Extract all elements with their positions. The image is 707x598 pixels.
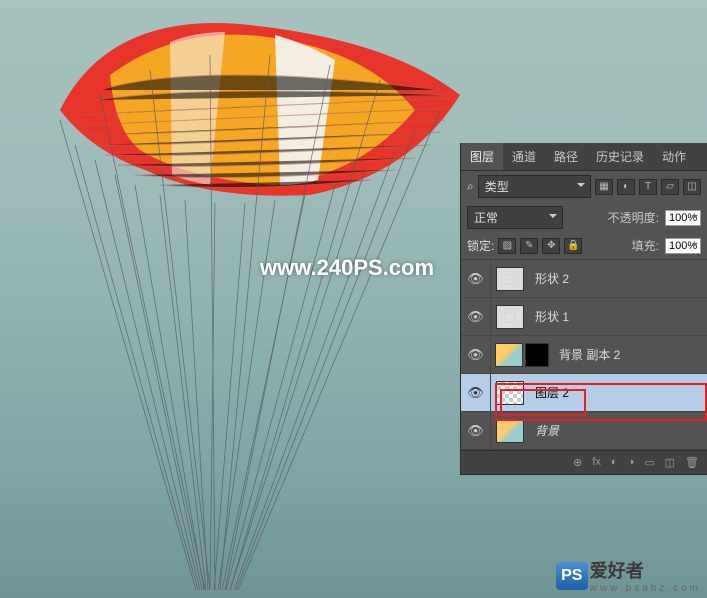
- filter-row: ⌕ 类型 ▦ ◐ T ▱ ◫: [461, 171, 707, 202]
- layer-name[interactable]: 形状 1: [529, 308, 707, 325]
- layers-panel: 图层 通道 路径 历史记录 动作 ⌕ 类型 ▦ ◐ T ▱ ◫ 正常 不透明度:…: [460, 143, 707, 475]
- layer-mask-thumb: [525, 343, 549, 367]
- delete-icon[interactable]: 🗑: [685, 456, 699, 469]
- fx-icon[interactable]: fx: [592, 456, 601, 469]
- site-logo: PS 爱好者 www.psahz.com: [556, 557, 701, 594]
- shape-thumb-icon: ⬚: [496, 305, 524, 329]
- opacity-input[interactable]: 100%: [665, 210, 701, 226]
- search-icon: ⌕: [467, 179, 474, 194]
- layer-thumb: [496, 381, 524, 405]
- filter-type-icon[interactable]: T: [639, 179, 657, 195]
- layer-thumb: [495, 343, 523, 367]
- blend-row: 正常 不透明度: 100%: [461, 202, 707, 233]
- layer-name[interactable]: 形状 2: [529, 270, 707, 287]
- visibility-icon[interactable]: 👁: [461, 336, 491, 373]
- layer-row[interactable]: 👁 背景 副本 2: [461, 336, 707, 374]
- link-layers-icon[interactable]: ⊕: [573, 456, 582, 469]
- lock-all-icon[interactable]: 🔒: [564, 238, 582, 254]
- visibility-icon[interactable]: 👁: [461, 298, 491, 335]
- lock-label: 锁定:: [467, 237, 494, 254]
- site-url: www.psahz.com: [590, 583, 701, 594]
- visibility-icon[interactable]: 👁: [461, 374, 491, 411]
- lock-row: 锁定: ▨ ✎ ✥ 🔒 填充: 100%: [461, 233, 707, 260]
- layer-name[interactable]: 背景 副本 2: [553, 346, 707, 363]
- tab-channels[interactable]: 通道: [503, 143, 545, 170]
- tab-actions[interactable]: 动作: [653, 143, 695, 170]
- visibility-icon[interactable]: 👁: [461, 412, 491, 449]
- fill-label: 填充:: [632, 237, 659, 254]
- panel-footer: ⊕ fx ◐ ◑ ▭ ◫ 🗑: [461, 450, 707, 474]
- layer-name[interactable]: 背景: [529, 422, 707, 439]
- lock-pixels-icon[interactable]: ✎: [520, 238, 538, 254]
- layer-row[interactable]: 👁 背景: [461, 412, 707, 450]
- tab-layers[interactable]: 图层: [461, 143, 503, 170]
- ps-logo-icon: PS: [556, 562, 588, 590]
- site-name: 爱好者: [590, 557, 701, 583]
- lock-transparent-icon[interactable]: ▨: [498, 238, 516, 254]
- layer-row[interactable]: 👁 ⬚ 形状 1: [461, 298, 707, 336]
- filter-pixel-icon[interactable]: ▦: [595, 179, 613, 195]
- blend-mode-select[interactable]: 正常: [467, 206, 563, 229]
- tab-history[interactable]: 历史记录: [587, 143, 653, 170]
- new-layer-icon[interactable]: ◫: [665, 456, 675, 469]
- opacity-label: 不透明度:: [608, 209, 659, 226]
- lock-position-icon[interactable]: ✥: [542, 238, 560, 254]
- visibility-icon[interactable]: 👁: [461, 260, 491, 297]
- layer-row-selected[interactable]: 👁 图层 2: [461, 374, 707, 412]
- tab-paths[interactable]: 路径: [545, 143, 587, 170]
- layer-list: 👁 ⬚ 形状 2 👁 ⬚ 形状 1 👁 背景 副本 2 👁 图层 2 👁 背景: [461, 260, 707, 450]
- layer-name[interactable]: 图层 2: [529, 384, 707, 401]
- filter-shape-icon[interactable]: ▱: [661, 179, 679, 195]
- filter-adjust-icon[interactable]: ◐: [617, 179, 635, 195]
- shape-thumb-icon: ⬚: [496, 267, 524, 291]
- filter-kind-select[interactable]: 类型: [478, 175, 591, 198]
- watermark-text: www.240PS.com: [260, 255, 434, 281]
- adjustment-icon[interactable]: ◑: [628, 456, 635, 469]
- filter-smart-icon[interactable]: ◫: [683, 179, 701, 195]
- layer-thumb: [496, 419, 524, 443]
- panel-tabs: 图层 通道 路径 历史记录 动作: [461, 143, 707, 171]
- mask-icon[interactable]: ◐: [611, 456, 618, 469]
- fill-input[interactable]: 100%: [665, 238, 701, 254]
- group-icon[interactable]: ▭: [644, 456, 654, 469]
- layer-row[interactable]: 👁 ⬚ 形状 2: [461, 260, 707, 298]
